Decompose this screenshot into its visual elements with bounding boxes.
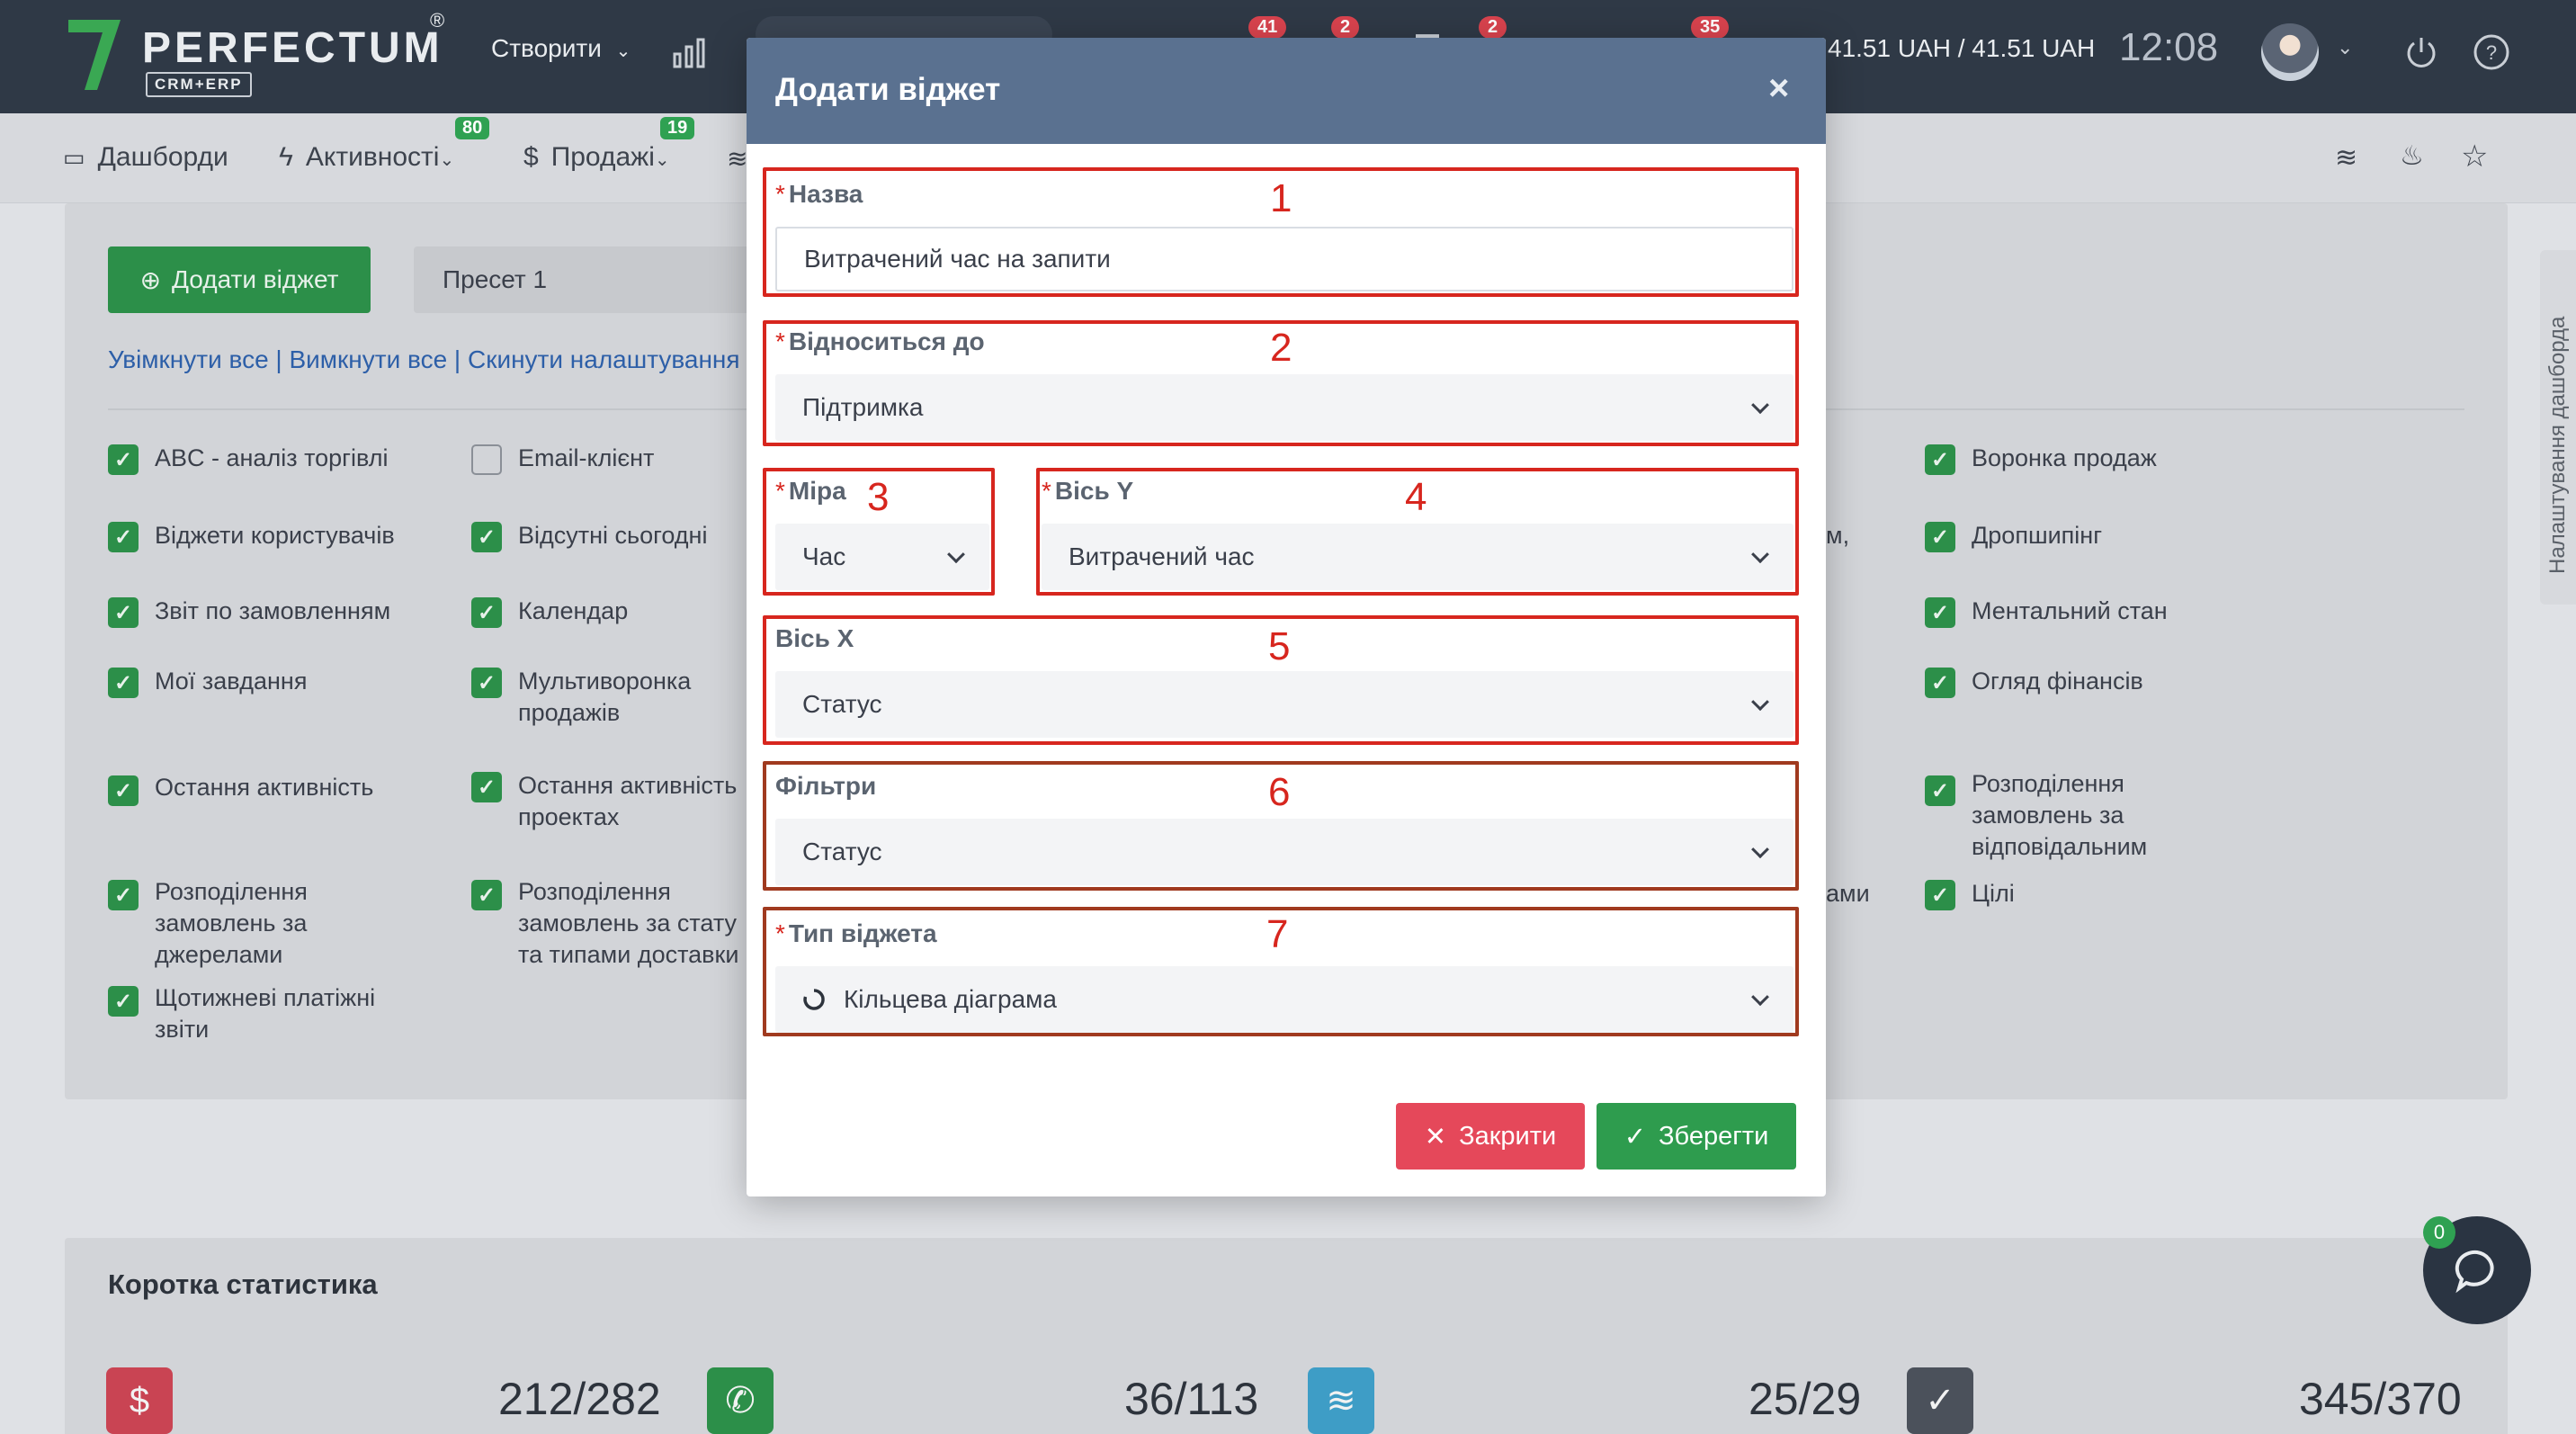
- axis-x-value: Статус: [802, 690, 882, 718]
- annotation-number: 4: [1405, 475, 1427, 519]
- measure-select[interactable]: Час: [775, 524, 989, 590]
- chevron-down-icon: [1751, 988, 1769, 1007]
- name-label-text: Назва: [788, 180, 863, 208]
- check-icon: ✓: [1623, 1122, 1647, 1152]
- widget-type-select[interactable]: Кільцева діаграма: [775, 966, 1793, 1033]
- relates-to-select[interactable]: Підтримка: [775, 374, 1793, 441]
- filters-field-label: Фільтри: [775, 772, 877, 800]
- annotation-number: 7: [1266, 912, 1289, 956]
- widget-type-label-text: Тип віджета: [788, 919, 937, 947]
- measure-field-label: * Міра: [775, 477, 846, 506]
- required-mark: *: [775, 919, 785, 947]
- required-mark: *: [1042, 477, 1051, 505]
- close-button-label: Закрити: [1459, 1121, 1557, 1151]
- widget-type-value: Кільцева діаграма: [844, 985, 1057, 1013]
- name-field-label: * Назва: [775, 180, 863, 209]
- annotation-number: 6: [1268, 770, 1291, 814]
- axis-y-field-label: * Вісь Y: [1042, 477, 1133, 506]
- axis-y-value: Витрачений час: [1069, 542, 1255, 570]
- widget-type-field-label: * Тип віджета: [775, 919, 937, 948]
- annotation-number: 5: [1268, 624, 1291, 668]
- chevron-down-icon: [1751, 693, 1769, 712]
- close-button[interactable]: ✕ Закрити: [1396, 1103, 1585, 1170]
- axis-y-label-text: Вісь Y: [1054, 477, 1134, 505]
- relates-to-label-text: Відноситься до: [788, 327, 985, 355]
- axis-y-select[interactable]: Витрачений час: [1042, 524, 1793, 590]
- donut-chart-icon: [803, 989, 825, 1010]
- x-icon: ✕: [1424, 1122, 1447, 1152]
- measure-label-text: Міра: [788, 477, 846, 505]
- chevron-down-icon: [1751, 545, 1769, 564]
- close-icon[interactable]: ×: [1768, 68, 1789, 109]
- relates-to-field-label: * Відноситься до: [775, 327, 985, 356]
- required-mark: *: [775, 327, 785, 355]
- annotation-number: 2: [1270, 326, 1292, 370]
- save-button[interactable]: ✓ Зберегти: [1597, 1103, 1796, 1170]
- required-mark: *: [775, 477, 785, 505]
- required-mark: *: [775, 180, 785, 208]
- annotation-number: 1: [1270, 176, 1292, 220]
- chevron-down-icon: [947, 545, 965, 564]
- modal-title: Додати віджет: [775, 72, 1001, 107]
- relates-to-value: Підтримка: [802, 393, 924, 421]
- axis-x-select[interactable]: Статус: [775, 671, 1793, 738]
- annotation-number: 3: [867, 475, 890, 519]
- filters-select[interactable]: Статус: [775, 819, 1793, 885]
- name-input[interactable]: Витрачений час на запити: [775, 227, 1793, 291]
- chevron-down-icon: [1751, 840, 1769, 859]
- axis-x-field-label: Вісь X: [775, 624, 854, 652]
- save-button-label: Зберегти: [1659, 1121, 1769, 1151]
- filters-value: Статус: [802, 838, 882, 865]
- measure-value: Час: [802, 542, 846, 570]
- chevron-down-icon: [1751, 396, 1769, 415]
